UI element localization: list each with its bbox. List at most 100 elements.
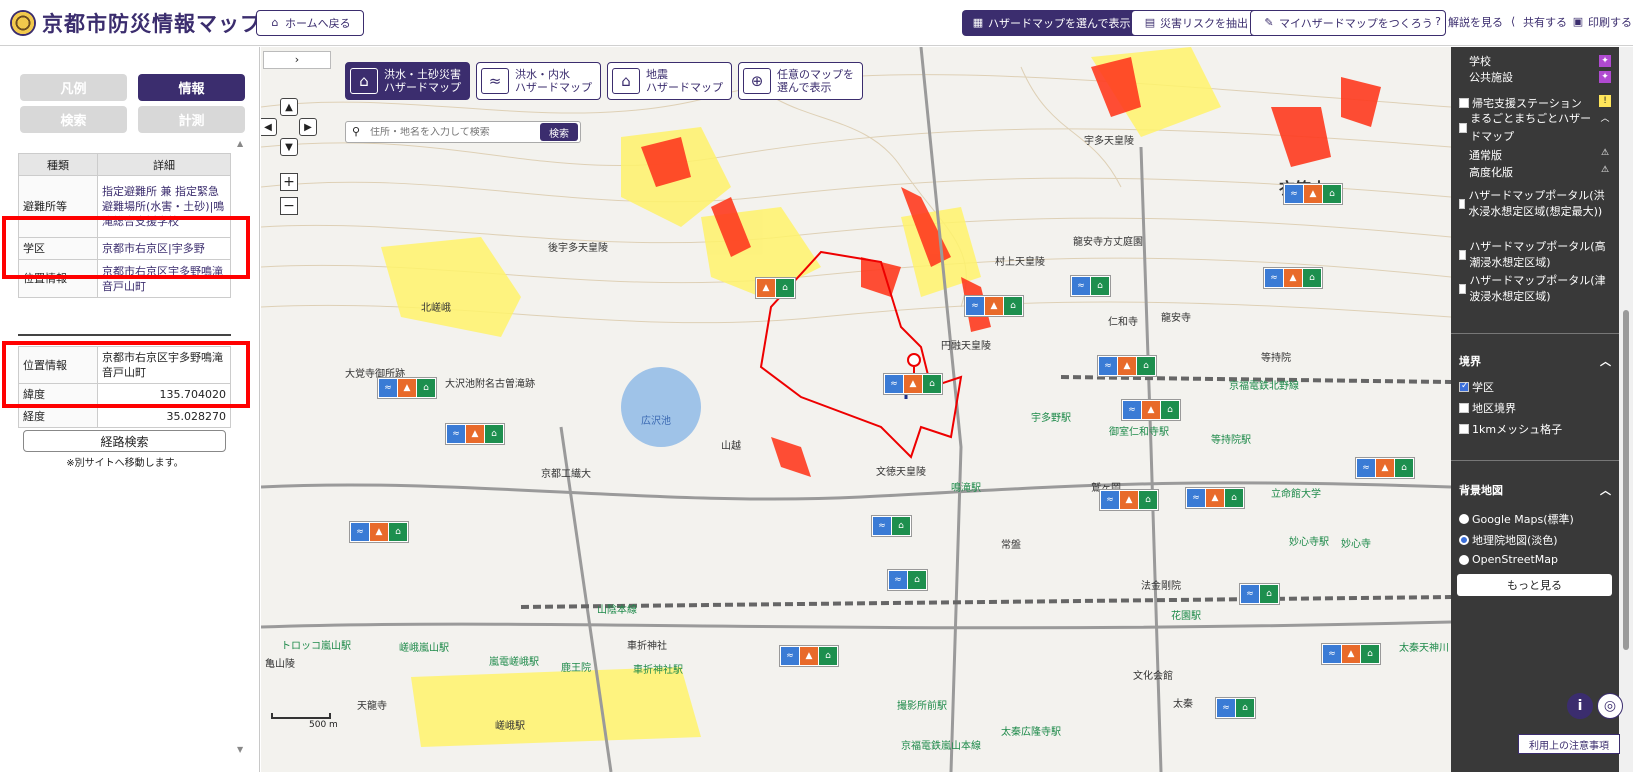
legend-label: まるごとまちごとハザードマップ	[1470, 112, 1592, 143]
checkbox[interactable]	[1459, 250, 1467, 260]
checkbox[interactable]	[1459, 123, 1468, 133]
share-link[interactable]: ⟨ 共有する	[1507, 14, 1567, 30]
usage-notice-button[interactable]: 利用上の注意事項	[1518, 734, 1620, 754]
shelter-icon: ⌂	[1361, 645, 1379, 663]
legend-panel: 学校 ✦ 公共施設 ✦ 帰宅支援ステーション ! まるごとまちごとハザードマップ…	[1451, 47, 1619, 772]
shelter-marker[interactable]: ≈ ▲ ⌂	[1099, 489, 1159, 511]
landslide-icon: ▲	[757, 279, 775, 297]
boundary-section-header[interactable]: 境界 ︿	[1459, 353, 1611, 369]
shelter-marker[interactable]: ≈ ▲ ⌂	[1355, 457, 1415, 479]
checkbox-checked[interactable]	[1459, 381, 1469, 392]
pan-up-button[interactable]: ▲	[280, 98, 298, 116]
help-link[interactable]: ? 解説を見る	[1432, 14, 1503, 30]
current-location-icon[interactable]: ◎	[1597, 693, 1623, 719]
legend-scrollbar[interactable]	[1619, 47, 1633, 772]
shelter-marker[interactable]: ≈ ▲ ⌂	[883, 373, 943, 395]
panel-scroll-up-icon[interactable]: ▲	[237, 139, 243, 148]
tab-flood-inland[interactable]: ≈ 洪水・内水 ハザードマップ	[476, 62, 601, 100]
shelter-marker[interactable]: ≈ ▲ ⌂	[1321, 643, 1381, 665]
chevron-up-icon[interactable]: ︿	[1600, 482, 1611, 498]
zoom-out-button[interactable]: −	[280, 197, 298, 215]
show-more-button[interactable]: もっと見る	[1457, 574, 1612, 596]
checkbox[interactable]	[1459, 403, 1469, 413]
shelter-marker[interactable]: ≈ ⌂	[887, 569, 928, 591]
document-icon: ▤	[1144, 16, 1156, 29]
hirosawa-pond	[621, 367, 701, 447]
shelter-marker[interactable]: ≈ ⌂	[871, 515, 912, 537]
panel-tabs: 凡例 情報 検索 計測	[20, 74, 245, 133]
pan-left-button[interactable]: ◀	[261, 118, 277, 136]
tab-earthquake[interactable]: ⌂ 地震 ハザードマップ	[607, 62, 732, 100]
radio[interactable]	[1459, 514, 1469, 524]
legend-toggle-kitaku[interactable]: 帰宅支援ステーション	[1459, 95, 1582, 111]
shelter-marker[interactable]: ≈ ⌂	[1070, 275, 1111, 297]
shelter-marker[interactable]: ≈ ▲ ⌂	[964, 295, 1024, 317]
bg-option-google[interactable]: Google Maps(標準)	[1459, 511, 1574, 527]
shelter-marker[interactable]: ≈ ▲ ⌂	[1283, 183, 1343, 205]
legend-label: 学校	[1469, 55, 1491, 68]
select-hazard-map-button[interactable]: ▦ ハザードマップを選んで表示	[962, 10, 1141, 36]
map-label: 後宇多天皇陵	[548, 243, 608, 254]
shelter-marker[interactable]: ≈ ▲ ⌂	[445, 423, 505, 445]
landslide-icon: ▲	[1342, 645, 1360, 663]
flood-icon: ≈	[1123, 401, 1141, 419]
info-icon[interactable]: i	[1567, 693, 1593, 719]
shelter-marker[interactable]: ≈ ▲ ⌂	[377, 377, 437, 399]
tab-flood-landslide[interactable]: ⌂ 洪水・土砂災害 ハザードマップ	[345, 62, 470, 100]
print-link[interactable]: ▣ 印刷する	[1572, 14, 1632, 30]
legend-toggle-mesh[interactable]: 1kmメッシュ格子	[1459, 421, 1562, 437]
shelter-marker[interactable]: ≈ ▲ ⌂	[1097, 355, 1157, 377]
tab-legend[interactable]: 凡例	[20, 74, 127, 101]
chevron-up-icon[interactable]: ︿	[1600, 353, 1611, 369]
shelter-marker[interactable]: ▲ ⌂	[755, 277, 796, 299]
map-label: 仁和寺	[1108, 317, 1138, 328]
shelter-marker[interactable]: ≈ ▲ ⌂	[1185, 487, 1245, 509]
tab-custom-map[interactable]: ⊕ 任意のマップを 選んで表示	[738, 62, 863, 100]
scrollbar-thumb[interactable]	[1623, 310, 1629, 650]
legend-toggle-portal-flood[interactable]: ハザードマップポータル(洪水浸水想定区域(想定最大))	[1459, 188, 1614, 220]
home-button[interactable]: ⌂ ホームへ戻る	[256, 10, 364, 36]
checkbox[interactable]	[1459, 199, 1466, 209]
radio-selected[interactable]	[1459, 535, 1469, 545]
search-input[interactable]	[366, 126, 540, 138]
legend-toggle-machigoto[interactable]: まるごとまちごとハザードマップ	[1459, 110, 1597, 146]
pan-down-button[interactable]: ▼	[280, 138, 298, 156]
shelter-marker[interactable]: ≈ ▲ ⌂	[349, 521, 409, 543]
extract-risk-button[interactable]: ▤ 災害リスクを抽出	[1131, 10, 1261, 36]
map-view[interactable]: 後宇多天皇陵 宇多天皇陵 村上天皇陵 円融天皇陵 仁和寺 龍安寺 龍安寺方丈庭園…	[261, 47, 1451, 772]
checkbox[interactable]	[1459, 424, 1469, 434]
flood-icon: ≈	[1241, 585, 1259, 603]
panel-scroll-down-icon[interactable]: ▼	[237, 745, 243, 754]
map-label: 文徳天皇陵	[876, 467, 926, 478]
shelter-marker[interactable]: ≈ ▲ ⌂	[1263, 267, 1323, 289]
location-pin-icon	[907, 353, 921, 367]
route-search-button[interactable]: 経路検索	[23, 430, 226, 452]
legend-toggle-portal-storm-surge[interactable]: ハザードマップポータル(高潮浸水想定区域)	[1459, 239, 1614, 271]
legend-toggle-district-boundary[interactable]: 地区境界	[1459, 400, 1516, 416]
radio[interactable]	[1459, 554, 1469, 565]
checkbox[interactable]	[1459, 98, 1469, 108]
map-label: 太秦天神川	[1399, 643, 1449, 654]
bg-option-osm[interactable]: OpenStreetMap	[1459, 553, 1558, 566]
background-map-section-header[interactable]: 背景地図 ︿	[1459, 482, 1611, 498]
tab-measure[interactable]: 計測	[138, 106, 245, 133]
pan-right-button[interactable]: ▶	[299, 118, 317, 136]
shelter-marker[interactable]: ≈ ▲ ⌂	[779, 645, 839, 667]
checkbox[interactable]	[1459, 284, 1467, 294]
shelter-marker[interactable]: ≈ ▲ ⌂	[1121, 399, 1181, 421]
legend-toggle-school-district[interactable]: 学区	[1459, 379, 1494, 395]
search-button[interactable]: 検索	[540, 123, 578, 141]
expand-panel-button[interactable]: ›	[263, 51, 331, 69]
map-label: 山陰本線	[597, 605, 637, 616]
bg-option-gsi[interactable]: 地理院地図(淡色)	[1459, 532, 1558, 548]
chevron-up-icon[interactable]: ︿	[1599, 113, 1611, 125]
tab-info[interactable]: 情報	[138, 74, 245, 101]
app-title: 京都市防災情報マップ	[42, 11, 262, 36]
shelter-marker[interactable]: ≈ ⌂	[1215, 697, 1256, 719]
legend-toggle-portal-tsunami[interactable]: ハザードマップポータル(津波浸水想定区域)	[1459, 273, 1614, 305]
pencil-icon: ✎	[1264, 16, 1274, 29]
make-my-hazard-map-button[interactable]: ✎ マイハザードマップをつくろう	[1250, 10, 1446, 36]
zoom-in-button[interactable]: +	[280, 173, 298, 191]
tab-search[interactable]: 検索	[20, 106, 127, 133]
shelter-marker[interactable]: ≈ ⌂	[1239, 583, 1280, 605]
